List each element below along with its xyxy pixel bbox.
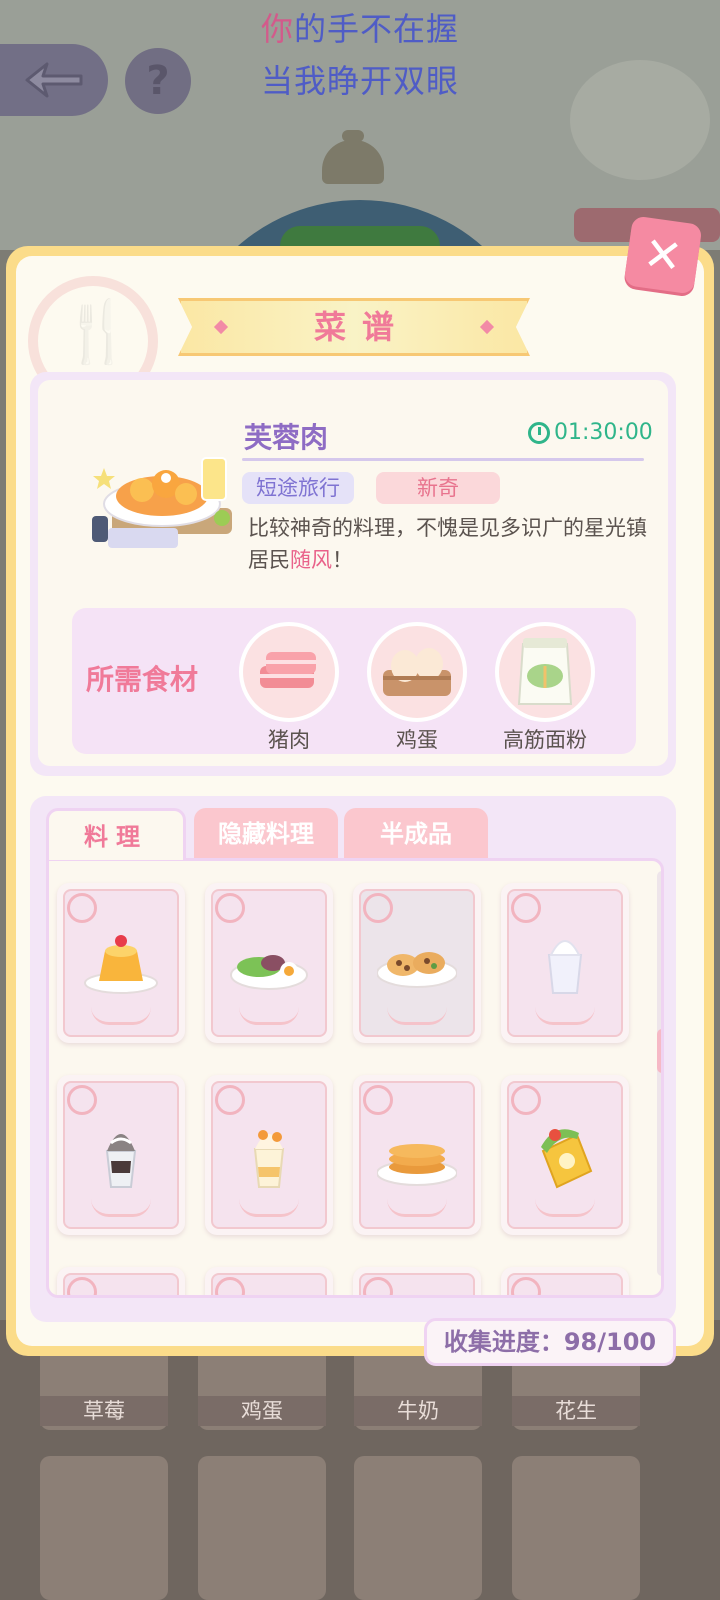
close-button[interactable]: ✕	[623, 215, 703, 295]
recipe-card[interactable]	[57, 1267, 185, 1295]
recipe-card[interactable]	[501, 1267, 629, 1295]
background-item-label: 花生	[512, 1396, 640, 1426]
fork-spoon-icon	[215, 1085, 245, 1115]
laurel-icon	[535, 1007, 595, 1025]
tag-attribute: 新奇	[376, 472, 500, 504]
recipe-card[interactable]	[501, 1075, 629, 1235]
ingredient-item[interactable]: 鸡蛋	[362, 622, 472, 754]
recipe-card[interactable]	[205, 883, 333, 1043]
background-item-label: 牛奶	[354, 1396, 482, 1426]
ingredients-title: 所需食材	[86, 663, 199, 696]
collection-progress: 收集进度：98/100	[424, 1318, 676, 1366]
recipe-card[interactable]	[353, 883, 481, 1043]
background-item	[198, 1456, 326, 1600]
pancakes-icon	[377, 1144, 457, 1186]
recipe-card[interactable]	[205, 1075, 333, 1235]
clock-icon	[528, 421, 550, 444]
recipe-card[interactable]	[57, 1075, 185, 1235]
pork-icon	[260, 652, 316, 688]
fork-spoon-icon	[67, 1085, 97, 1115]
ingredient-name: 猪肉	[268, 728, 310, 752]
recipe-detail-body: 芙蓉肉 01:30:00 短途旅行 新奇 比较神奇的料理，不愧是见多识广的星光镇…	[38, 380, 668, 766]
tag-category: 短途旅行	[242, 472, 354, 504]
background-item	[354, 1456, 482, 1600]
resident-name: 随风	[290, 548, 332, 572]
cookies-icon	[377, 952, 457, 988]
milkshake-icon	[547, 940, 583, 994]
recipe-grid[interactable]	[46, 858, 664, 1298]
recipe-card[interactable]	[353, 1267, 481, 1295]
ingredient-item[interactable]: 高筋面粉	[490, 622, 600, 754]
cook-time-value: 01:30:00	[554, 420, 653, 445]
recipe-card[interactable]	[501, 883, 629, 1043]
background-item	[512, 1456, 640, 1600]
scrollbar-thumb[interactable]	[657, 1029, 661, 1073]
recipe-list-panel: 隐藏料理 半成品 料理	[30, 796, 676, 1322]
wrap-icon	[541, 1129, 593, 1189]
laurel-icon	[387, 1007, 447, 1025]
background-item	[40, 1456, 168, 1600]
furong-pork-dish-icon	[92, 457, 232, 548]
tab-hidden-dishes[interactable]: 隐藏料理	[194, 808, 338, 860]
fork-spoon-icon	[511, 1085, 541, 1115]
fork-spoon-icon	[363, 1085, 393, 1115]
laurel-icon	[91, 1007, 151, 1025]
laurel-icon	[91, 1199, 151, 1217]
fork-spoon-icon	[67, 893, 97, 923]
scrollbar[interactable]	[657, 871, 661, 1276]
background-item-label: 草莓	[40, 1396, 168, 1426]
recipe-card[interactable]	[353, 1075, 481, 1235]
parfait-icon	[253, 1130, 285, 1188]
laurel-icon	[239, 1007, 299, 1025]
fork-spoon-icon	[363, 893, 393, 923]
chocolate-sundae-icon	[105, 1134, 137, 1188]
cook-time: 01:30:00	[528, 420, 653, 445]
dish-name: 芙蓉肉	[244, 421, 329, 454]
ingredient-item[interactable]: 猪肉	[234, 622, 344, 754]
fork-spoon-icon	[511, 893, 541, 923]
ingredients-section: 所需食材 猪肉 鸡蛋 高筋面粉	[72, 608, 636, 754]
divider	[242, 458, 644, 461]
laurel-icon	[387, 1199, 447, 1217]
ingredient-name: 高筋面粉	[503, 728, 587, 752]
pudding-icon	[84, 935, 158, 994]
recipe-card[interactable]	[205, 1267, 333, 1295]
eggs-icon	[383, 648, 451, 696]
ingredient-name: 鸡蛋	[396, 728, 438, 752]
laurel-icon	[239, 1199, 299, 1217]
background-item-label: 鸡蛋	[198, 1396, 326, 1426]
title-banner: 菜谱	[178, 298, 530, 356]
fork-spoon-icon	[215, 893, 245, 923]
dish-description: 比较神奇的料理，不愧是见多识广的星光镇居民随风！	[248, 516, 647, 572]
close-icon: ✕	[640, 225, 686, 285]
dialog-title: 菜谱	[313, 308, 410, 346]
lyric-line-1: 你的手不在握	[260, 10, 460, 48]
salad-icon	[230, 955, 308, 990]
tab-dishes[interactable]: 料理	[46, 808, 186, 860]
laurel-icon	[535, 1199, 595, 1217]
recipe-detail-panel: 芙蓉肉 01:30:00 短途旅行 新奇 比较神奇的料理，不愧是见多识广的星光镇…	[30, 372, 676, 776]
lyric-line-2: 当我睁开双眼	[260, 62, 459, 100]
recipe-card[interactable]	[57, 883, 185, 1043]
flour-icon	[517, 638, 573, 705]
tab-semi-finished[interactable]: 半成品	[344, 808, 488, 860]
